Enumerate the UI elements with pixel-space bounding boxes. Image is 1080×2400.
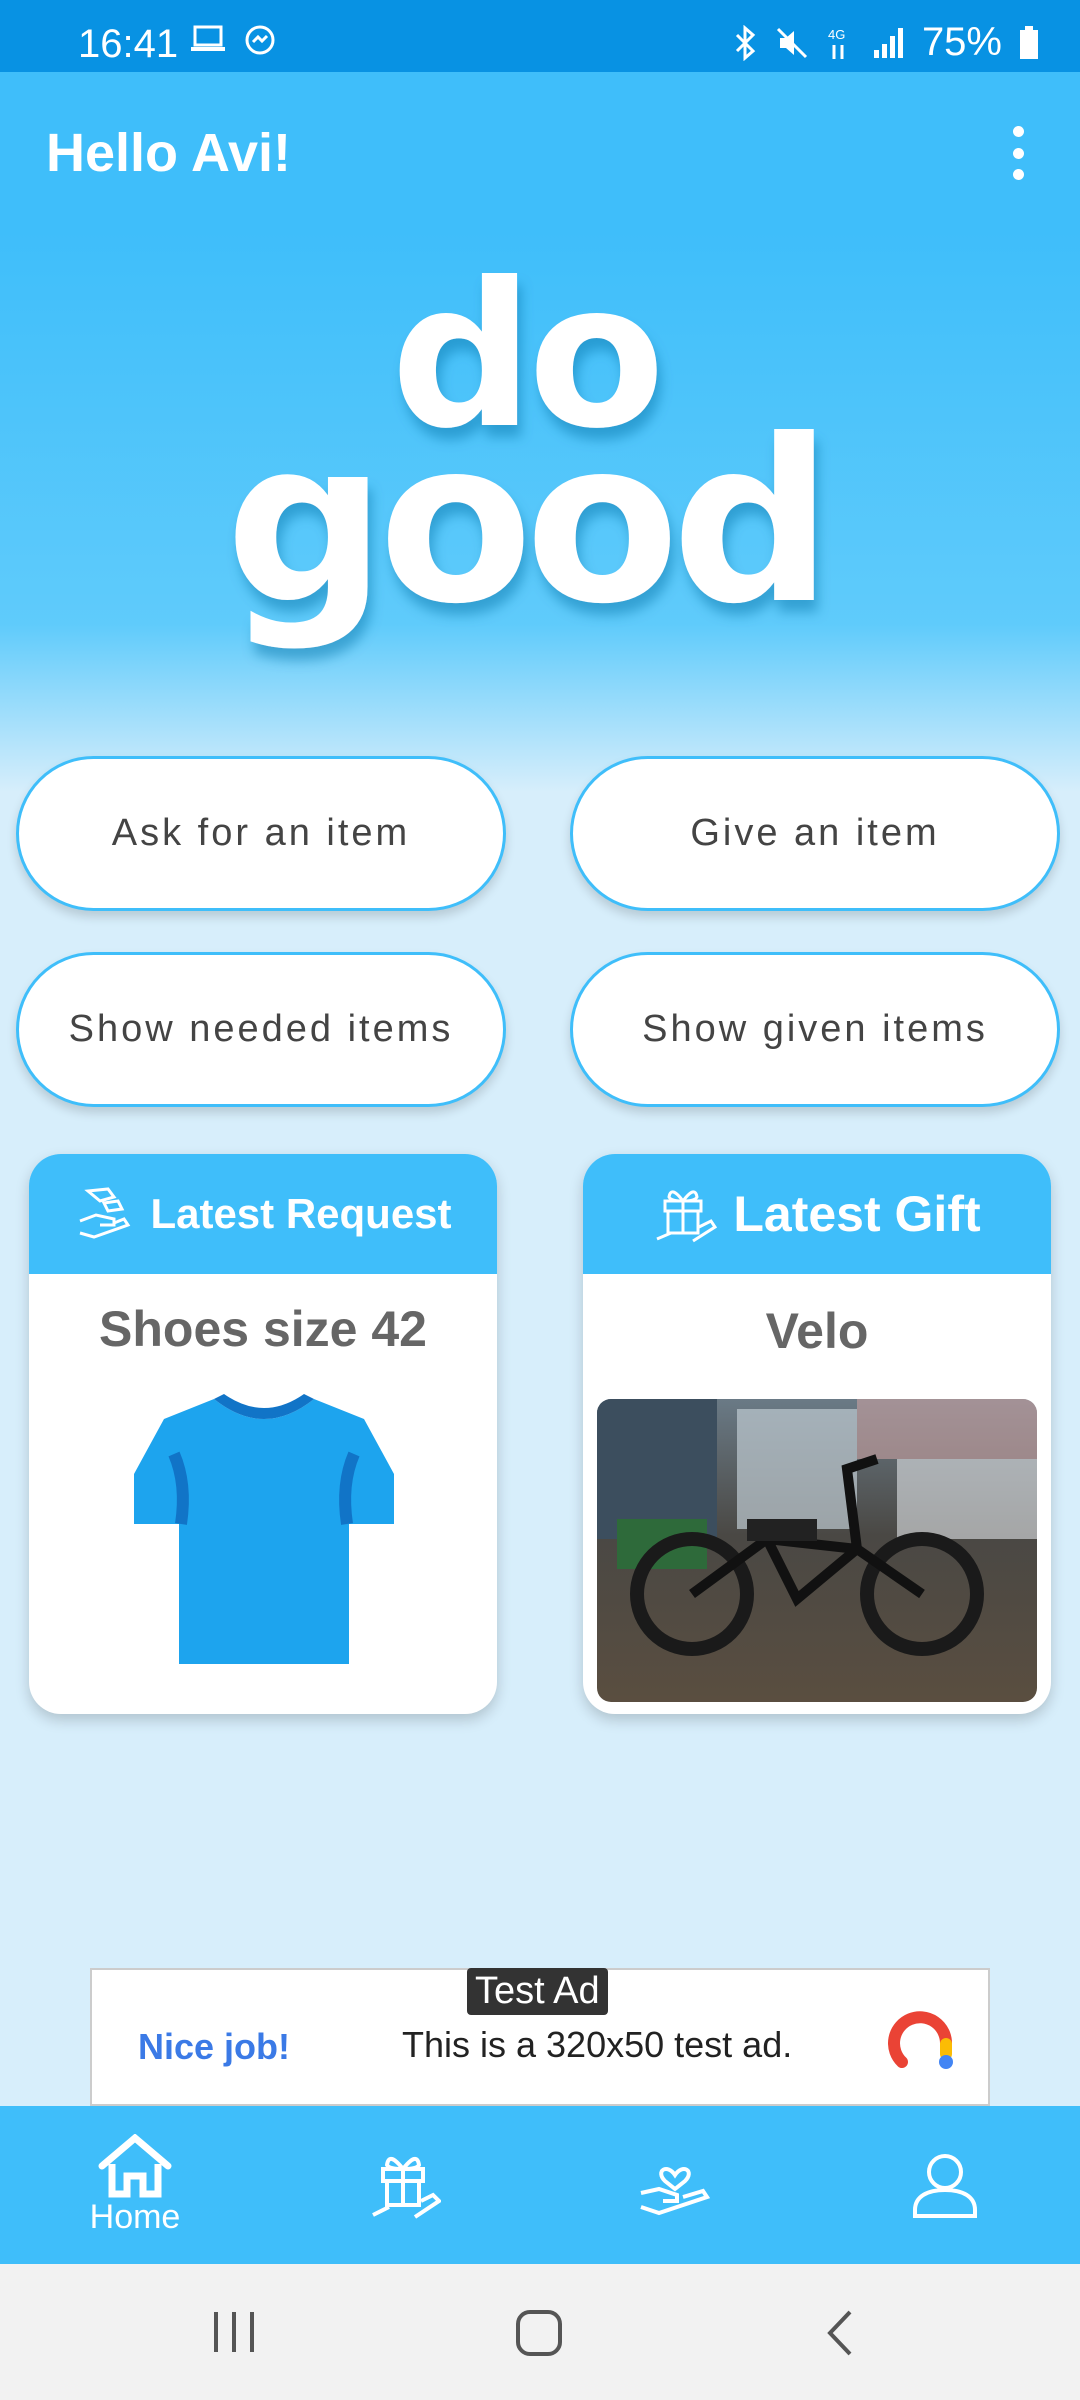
messenger-icon [245, 25, 275, 55]
person-icon [913, 2154, 977, 2218]
battery-percent: 75% [921, 20, 1002, 64]
home-icon [98, 2133, 172, 2197]
laptop-icon [191, 25, 225, 51]
svg-text:4G: 4G [828, 27, 845, 42]
ask-item-button[interactable]: Ask for an item [16, 756, 506, 911]
nav-gifts[interactable] [270, 2106, 540, 2264]
recent-apps-icon[interactable] [210, 2310, 258, 2354]
show-given-items-button[interactable]: Show given items [570, 952, 1060, 1107]
show-needed-items-button[interactable]: Show needed items [16, 952, 506, 1107]
bottom-nav: Home [0, 2106, 1080, 2264]
give-item-button[interactable]: Give an item [570, 756, 1060, 911]
ad-nice-job: Nice job! [138, 2026, 291, 2067]
latest-request-title: Shoes size 42 [99, 1301, 427, 1357]
bicycle-photo [597, 1399, 1037, 1702]
latest-gift-header: Latest Gift [583, 1154, 1051, 1274]
system-nav-bar [0, 2264, 1080, 2400]
cell-signal-icon [873, 27, 903, 58]
home-button-icon[interactable] [514, 2308, 564, 2358]
latest-gift-card[interactable]: Latest Gift Velo [583, 1154, 1051, 1714]
tshirt-image [134, 1394, 394, 1664]
ad-tag: Test Ad [467, 1968, 608, 2015]
latest-request-card[interactable]: Latest Request Shoes size 42 [29, 1154, 497, 1714]
4g-signal-icon: 4G [828, 27, 845, 59]
ad-message: This is a 320x50 test ad. [402, 2024, 793, 2065]
latest-gift-label: Latest Gift [733, 1186, 981, 1242]
app-bar: Hello Avi! [0, 72, 1080, 232]
more-vert-icon[interactable] [998, 126, 1038, 180]
nav-requests[interactable] [540, 2106, 810, 2264]
latest-gift-title: Velo [765, 1303, 869, 1359]
status-bar: 16:41 4G 75% [0, 0, 1080, 72]
greeting-title: Hello Avi! [46, 123, 292, 183]
nav-profile[interactable] [810, 2106, 1080, 2264]
latest-request-header: Latest Request [29, 1154, 497, 1274]
logo-line-good: good [225, 392, 824, 654]
status-time: 16:41 [78, 22, 179, 66]
admob-logo-icon [888, 2011, 953, 2069]
gift-hand-icon [656, 1190, 718, 1243]
latest-request-label: Latest Request [150, 1190, 452, 1237]
do-good-logo: do good [225, 260, 832, 654]
back-icon[interactable] [822, 2308, 858, 2358]
nav-home-label: Home [89, 2197, 181, 2236]
bluetooth-icon [735, 24, 756, 61]
hand-receive-icon [79, 1187, 131, 1239]
mute-icon [776, 27, 807, 58]
ad-banner[interactable]: Test Ad Nice job! This is a 320x50 test … [90, 1968, 990, 2106]
battery-icon [1020, 25, 1038, 59]
gift-hand-icon [372, 2157, 441, 2219]
nav-home[interactable]: Home [0, 2106, 270, 2264]
heart-hand-icon [640, 2167, 711, 2216]
